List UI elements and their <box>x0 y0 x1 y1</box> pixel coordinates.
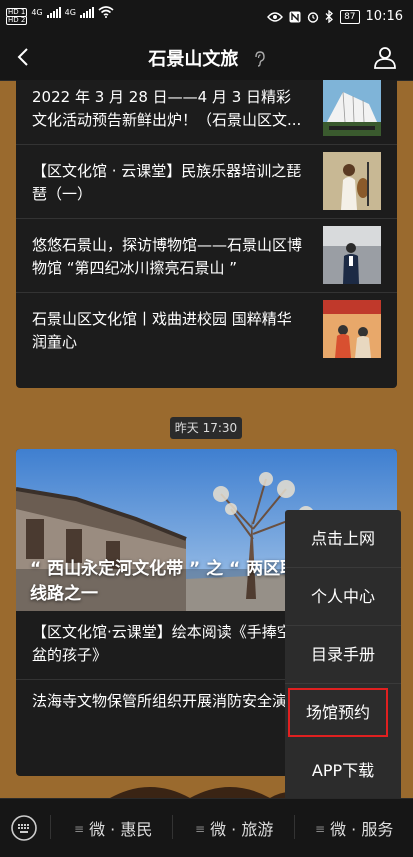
article-title: 【区文化馆·云课堂】绘本阅读《手捧空花盆的孩子》 <box>32 623 307 664</box>
wifi-icon <box>98 6 114 18</box>
bottom-menu-bar: ≡ 微 · 惠民 ≡ 微 · 旅游 ≡ 微 · 服务 <box>0 798 413 857</box>
tab-label: 微 · 旅游 <box>210 820 274 839</box>
keyboard-icon <box>11 815 37 841</box>
signal-icon-2 <box>79 6 94 18</box>
article-row[interactable]: 悠悠石景山，探访博物馆——石景山区博物馆 “第四纪冰川擦亮石景山 ” <box>16 218 397 293</box>
listen-icon[interactable] <box>253 51 265 72</box>
article-thumbnail <box>323 80 381 136</box>
article-title: 悠悠石景山，探访博物馆——石景山区博物馆 “第四纪冰川擦亮石景山 ” <box>32 236 303 277</box>
nav-bar: 石景山文旅 <box>0 34 413 81</box>
article-title: 2022 年 3 月 28 日——4 月 3 日精彩文化活动预告新鲜出炉！（石景… <box>32 88 302 129</box>
alarm-icon <box>307 11 319 23</box>
tab-huimin[interactable]: ≡ 微 · 惠民 <box>74 816 152 840</box>
timestamp-chip: 昨天 17:30 <box>170 417 242 439</box>
menu-icon: ≡ <box>195 822 206 836</box>
tab-label: 微 · 惠民 <box>89 820 153 839</box>
popup-menu: 点击上网 个人中心 目录手册 场馆预约 APP下载 <box>285 510 401 798</box>
network-type-1: 4G <box>31 7 43 17</box>
article-thumbnail <box>323 226 381 284</box>
menu-icon: ≡ <box>315 822 326 836</box>
article-title: 石景山区文化馆丨戏曲进校园 国粹精华润童心 <box>32 310 292 351</box>
article-card: 2022 年 3 月 28 日——4 月 3 日精彩文化活动预告新鲜出炉！（石景… <box>16 80 397 388</box>
article-title: 法海寺文物保管所组织开展消防安全演练 <box>32 692 303 710</box>
divider <box>172 815 173 839</box>
battery-level: 87 <box>340 9 360 24</box>
page-title: 石景山文旅 <box>0 45 413 72</box>
background-decoration <box>110 787 310 798</box>
menu-icon: ≡ <box>74 822 85 836</box>
tab-label: 微 · 服务 <box>330 820 394 839</box>
menu-item-online[interactable]: 点击上网 <box>285 510 401 568</box>
menu-item-venue-booking[interactable]: 场馆预约 <box>288 688 388 737</box>
person-icon <box>374 47 396 69</box>
sim2-indicator: HD 2 <box>6 16 28 25</box>
bluetooth-icon <box>325 10 334 23</box>
tab-lvyou[interactable]: ≡ 微 · 旅游 <box>195 816 273 840</box>
nfc-icon <box>289 11 301 22</box>
eye-icon <box>267 11 284 22</box>
signal-icon <box>46 6 61 18</box>
article-title: 【区文化馆 · 云课堂】民族乐器培训之琵琶（一） <box>32 162 302 203</box>
article-row[interactable]: 石景山区文化馆丨戏曲进校园 国粹精华润童心 <box>16 292 397 366</box>
article-row[interactable]: 【区文化馆 · 云课堂】民族乐器培训之琵琶（一） <box>16 144 397 219</box>
official-account-profile-button[interactable] <box>371 43 399 71</box>
menu-item-catalog[interactable]: 目录手册 <box>285 626 401 684</box>
menu-item-personal-center[interactable]: 个人中心 <box>285 568 401 626</box>
clock: 10:16 <box>365 9 403 24</box>
status-bar: HD 1 4G 4G HD 2 87 10:16 <box>0 0 413 34</box>
menu-item-app-download[interactable]: APP下载 <box>285 742 401 799</box>
network-type-2: 4G <box>64 7 76 17</box>
divider <box>294 815 295 839</box>
page-title-text: 石景山文旅 <box>148 49 239 70</box>
article-thumbnail <box>323 152 381 210</box>
article-thumbnail <box>323 300 381 358</box>
divider <box>50 815 51 839</box>
keyboard-toggle-button[interactable] <box>10 814 38 842</box>
tab-fuwu[interactable]: ≡ 微 · 服务 <box>315 816 393 840</box>
article-row[interactable]: 2022 年 3 月 28 日——4 月 3 日精彩文化活动预告新鲜出炉！（石景… <box>16 80 397 145</box>
